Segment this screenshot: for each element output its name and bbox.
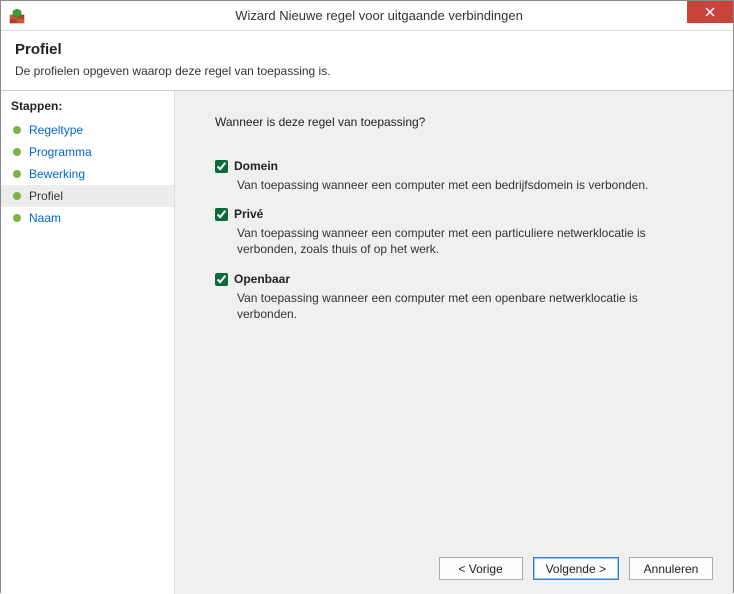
option-private: Privé Van toepassing wanneer een compute… [215,207,705,271]
checkbox-public[interactable] [215,273,228,286]
wizard-body: Stappen: Regeltype Programma Bewerking P… [1,91,733,594]
page-subtitle: De profielen opgeven waarop deze regel v… [15,64,719,78]
close-icon [705,7,715,17]
checkbox-private[interactable] [215,208,228,221]
close-button[interactable] [687,1,733,23]
bullet-icon [13,126,21,134]
wizard-header: Profiel De profielen opgeven waarop deze… [1,31,733,91]
step-programma[interactable]: Programma [1,141,174,163]
page-title: Profiel [15,41,719,58]
step-regeltype[interactable]: Regeltype [1,119,174,141]
bullet-icon [13,170,21,178]
main-pane: Wanneer is deze regel van toepassing? Do… [175,91,733,594]
step-label: Programma [29,145,92,159]
steps-sidebar: Stappen: Regeltype Programma Bewerking P… [1,91,175,594]
step-label: Bewerking [29,167,85,181]
step-naam[interactable]: Naam [1,207,174,229]
next-button[interactable]: Volgende > [533,557,619,580]
question-text: Wanneer is deze regel van toepassing? [215,115,705,129]
step-bewerking[interactable]: Bewerking [1,163,174,185]
step-label: Regeltype [29,123,83,137]
checkbox-domain[interactable] [215,160,228,173]
checkbox-description: Van toepassing wanneer een computer met … [237,177,667,193]
back-button[interactable]: < Vorige [439,557,523,580]
checkbox-label: Openbaar [234,272,290,286]
option-domain: Domein Van toepassing wanneer een comput… [215,159,705,207]
button-bar: < Vorige Volgende > Annuleren [439,557,713,580]
step-profiel[interactable]: Profiel [1,185,174,207]
checkbox-label: Domein [234,159,278,173]
checkbox-row-domain[interactable]: Domein [215,159,705,173]
checkbox-description: Van toepassing wanneer een computer met … [237,225,667,257]
firewall-icon [9,8,25,24]
step-label: Naam [29,211,61,225]
checkbox-description: Van toepassing wanneer een computer met … [237,290,667,322]
checkbox-row-private[interactable]: Privé [215,207,705,221]
cancel-button[interactable]: Annuleren [629,557,713,580]
bullet-icon [13,148,21,156]
checkbox-label: Privé [234,207,263,221]
titlebar: Wizard Nieuwe regel voor uitgaande verbi… [1,1,733,31]
steps-heading: Stappen: [1,95,174,119]
window-title: Wizard Nieuwe regel voor uitgaande verbi… [25,8,733,23]
checkbox-row-public[interactable]: Openbaar [215,272,705,286]
bullet-icon [13,214,21,222]
bullet-icon [13,192,21,200]
option-public: Openbaar Van toepassing wanneer een comp… [215,272,705,336]
step-label: Profiel [29,189,63,203]
